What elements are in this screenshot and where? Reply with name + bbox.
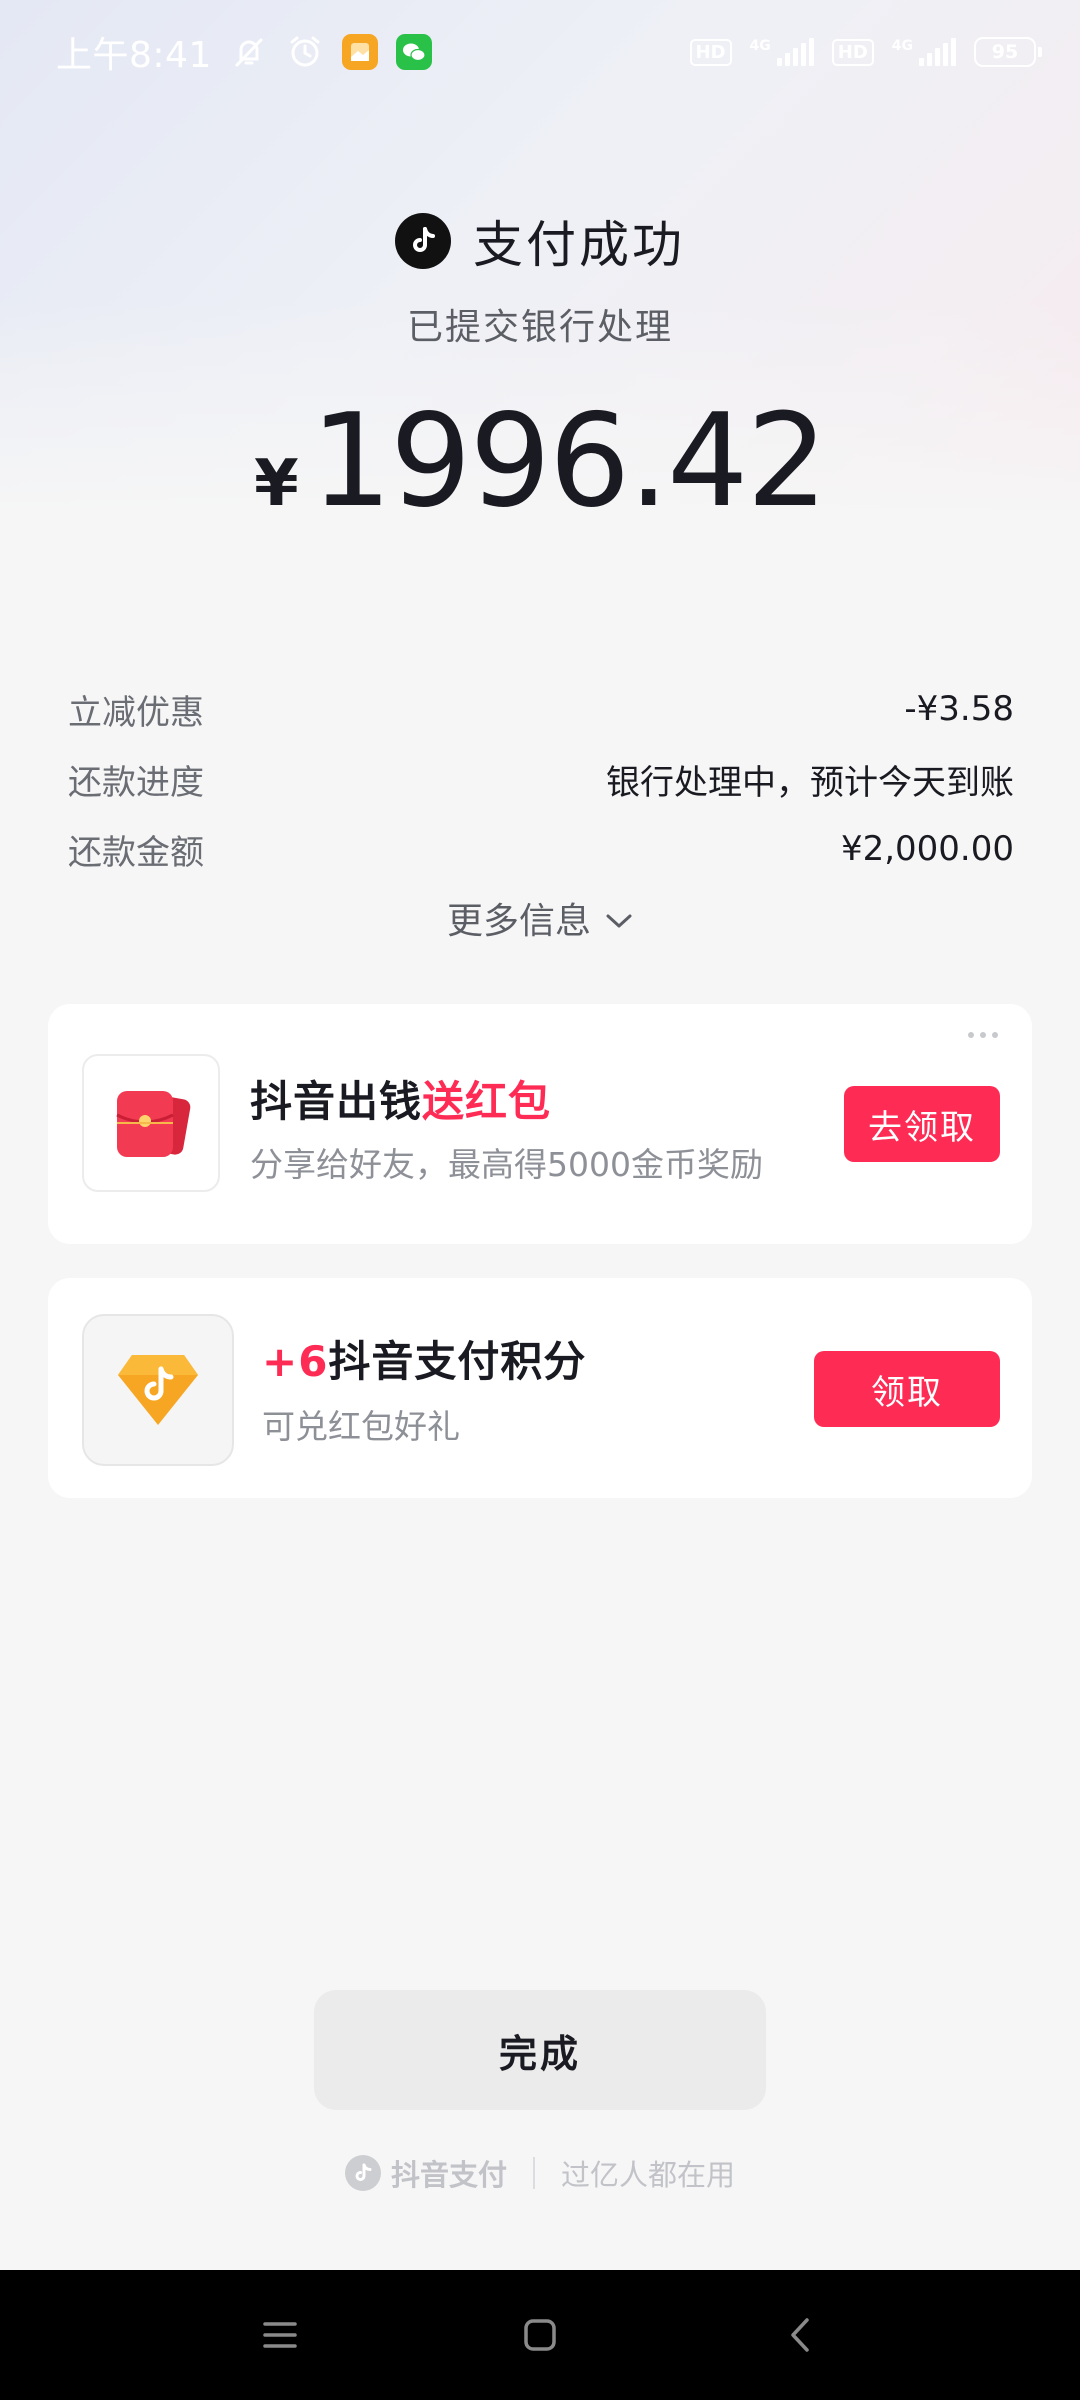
points-title-main: 抖音支付积分	[328, 1337, 587, 1386]
payment-points-card[interactable]: +6抖音支付积分 可兑红包好礼 领取	[48, 1278, 1032, 1498]
status-left: 上午8:41	[56, 26, 432, 78]
promo-title-accent: 送红包	[422, 1077, 552, 1126]
signal-icon: 4G	[892, 38, 956, 66]
detail-label: 还款金额	[68, 832, 204, 873]
promo-title: 抖音出钱送红包	[250, 1068, 551, 1129]
detail-row-progress: 还款进度 银行处理中，预计今天到账	[68, 744, 1014, 814]
done-button[interactable]: 完成	[314, 1990, 766, 2110]
status-time: 上午8:41	[56, 35, 212, 76]
wechat-icon	[395, 34, 432, 70]
status-subtitle: 已提交银行处理	[406, 307, 673, 348]
points-badge-icon	[82, 1314, 234, 1466]
promo-title-main: 抖音出钱	[250, 1077, 423, 1126]
detail-value: -¥3.58	[904, 689, 1014, 729]
detail-row-discount: 立减优惠 -¥3.58	[68, 674, 1014, 744]
hd-badge: HD	[831, 38, 874, 66]
battery-level: 95	[991, 41, 1019, 63]
red-packet-icon	[82, 1054, 220, 1192]
alarm-icon	[286, 33, 324, 71]
hd-badge: HD	[689, 38, 732, 66]
currency-symbol: ¥	[254, 447, 299, 521]
detail-value: 银行处理中，预计今天到账	[606, 762, 1014, 803]
brand-slogan: 过亿人都在用	[561, 2158, 736, 2192]
payment-details: 立减优惠 -¥3.58 还款进度 银行处理中，预计今天到账 还款金额 ¥2,00…	[68, 674, 1014, 884]
detail-label: 还款进度	[68, 762, 204, 803]
bell-off-icon	[230, 33, 268, 71]
more-info-toggle[interactable]: 更多信息	[0, 892, 1080, 944]
promo-subtitle: 分享给好友，最高得5000金币奖励	[250, 1145, 763, 1184]
claim-points-button[interactable]: 领取	[814, 1351, 1000, 1427]
more-info-label: 更多信息	[446, 901, 591, 942]
red-packet-promo-card[interactable]: 抖音出钱送红包 分享给好友，最高得5000金币奖励 去领取	[48, 1004, 1032, 1244]
payment-amount: ¥ 1996.42	[0, 398, 1080, 526]
douyin-pay-logo-icon	[344, 2155, 381, 2191]
menu-icon[interactable]	[240, 2295, 320, 2375]
brand-name: 抖音支付	[390, 2158, 507, 2192]
amount-value: 1996.42	[310, 387, 828, 536]
status-bar: 上午8:41 HD 4G HD 4G 95	[0, 0, 1080, 104]
battery-icon: 95	[974, 37, 1042, 67]
signal-icon: 4G	[750, 38, 814, 66]
system-navigation-bar	[0, 2270, 1080, 2400]
points-subtitle: 可兑红包好礼	[262, 1407, 460, 1446]
signal-4g-label: 4G	[749, 38, 771, 54]
chevron-down-icon	[605, 898, 633, 939]
home-icon[interactable]	[500, 2295, 580, 2375]
footer-divider	[533, 2157, 535, 2189]
brand-name-group: 抖音支付	[344, 2152, 507, 2194]
status-right: HD 4G HD 4G 95	[689, 37, 1042, 67]
points-title-accent: +6	[262, 1337, 329, 1386]
claim-red-packet-button[interactable]: 去领取	[844, 1086, 1000, 1162]
footer-brand: 抖音支付 过亿人都在用	[0, 2152, 1080, 2194]
success-header: 支付成功	[0, 205, 1080, 277]
detail-label: 立减优惠	[68, 692, 204, 733]
back-icon[interactable]	[760, 2295, 840, 2375]
douyin-logo-icon	[395, 213, 451, 269]
gallery-app-icon	[341, 34, 378, 70]
more-options-icon[interactable]	[968, 1032, 998, 1038]
detail-value: ¥2,000.00	[840, 829, 1014, 869]
signal-4g-label: 4G	[891, 38, 913, 54]
detail-row-repay-amount: 还款金额 ¥2,000.00	[68, 814, 1014, 884]
points-title: +6抖音支付积分	[262, 1328, 586, 1389]
page-title: 支付成功	[473, 216, 685, 274]
